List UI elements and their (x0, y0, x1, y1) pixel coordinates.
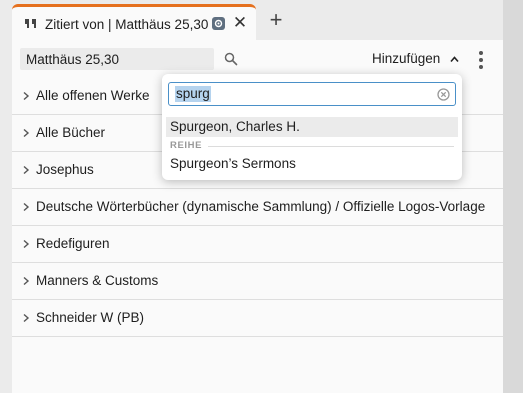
clear-icon[interactable] (437, 88, 450, 101)
dropdown-section-header: REIHE (170, 141, 454, 151)
chevron-right-icon (23, 91, 30, 101)
scroll-rail (503, 0, 523, 393)
list-item[interactable]: Manners & Customs (12, 263, 503, 300)
add-dropdown: spurg Spurgeon, Charles H. REIHE Spurgeo… (162, 74, 462, 180)
chevron-right-icon (23, 276, 30, 286)
list-item-label: Alle Bücher (36, 125, 106, 140)
tab-strip: Zitiert von | Matthäus 25,30 ✕ + (0, 0, 503, 40)
plus-icon[interactable]: + (266, 9, 286, 31)
toolbar: Hinzufügen (12, 40, 503, 78)
dropdown-result[interactable]: Spurgeon’s Sermons (166, 154, 458, 174)
chevron-up-icon (450, 56, 459, 62)
list-item-label: Manners & Customs (36, 273, 159, 288)
list-item[interactable]: Deutsche Wörterbücher (dynamische Sammlu… (12, 189, 503, 226)
list-item-label: Josephus (36, 162, 94, 177)
chevron-right-icon (23, 128, 30, 138)
dropdown-result[interactable]: Spurgeon, Charles H. (166, 117, 458, 137)
section-divider (208, 146, 454, 147)
kebab-menu-icon[interactable] (478, 51, 484, 69)
search-icon[interactable] (224, 52, 238, 66)
tab-cited-by[interactable]: Zitiert von | Matthäus 25,30 ✕ (12, 4, 256, 40)
list-item-label: Alle offenen Werke (36, 88, 150, 103)
close-icon[interactable]: ✕ (232, 14, 248, 32)
list-item[interactable]: Redefiguren (12, 226, 503, 263)
chevron-right-icon (23, 313, 30, 323)
list-item-label: Schneider W (PB) (36, 310, 145, 325)
dropdown-search-input[interactable]: spurg (168, 82, 456, 106)
list-item-label: Redefiguren (36, 236, 110, 251)
section-label: REIHE (170, 140, 203, 151)
chevron-right-icon (23, 239, 30, 249)
reference-input[interactable] (20, 48, 214, 70)
chevron-right-icon (23, 165, 30, 175)
dropdown-query-text: spurg (175, 86, 211, 102)
list-item-label: Deutsche Wörterbücher (dynamische Sammlu… (36, 199, 486, 214)
chevron-right-icon (23, 202, 30, 212)
sync-icon[interactable] (212, 17, 225, 30)
add-button-label: Hinzufügen (372, 51, 441, 66)
add-button[interactable]: Hinzufügen (372, 51, 459, 66)
quote-icon (25, 19, 36, 28)
list-item[interactable]: Schneider W (PB) (12, 300, 503, 337)
tab-title: Zitiert von | Matthäus 25,30 (45, 17, 209, 32)
